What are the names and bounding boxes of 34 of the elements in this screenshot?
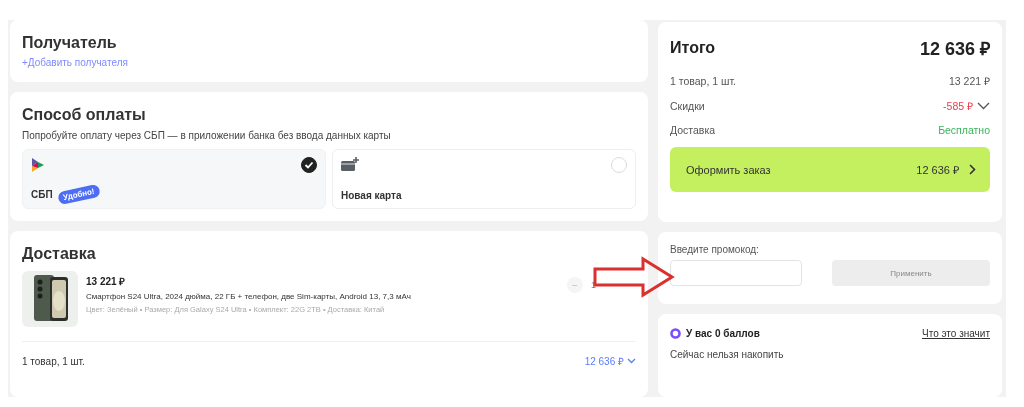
points-note: Сейчас нельзя накопить bbox=[670, 349, 785, 360]
summary-title: Итого bbox=[670, 39, 716, 57]
promo-label: Введите промокод: bbox=[670, 244, 760, 255]
summary-value: Бесплатно bbox=[938, 124, 990, 136]
summary-label: Доставка bbox=[670, 124, 716, 136]
total-dropdown[interactable]: 12 636 ₽ bbox=[584, 354, 636, 368]
info-link[interactable]: Что это значит bbox=[922, 328, 990, 339]
section-title: Доставка bbox=[22, 245, 97, 263]
sbp-logo-icon bbox=[31, 157, 45, 173]
points-title: У вас 0 баллов bbox=[686, 328, 760, 339]
chevron-down-icon bbox=[977, 102, 990, 110]
item-price: 13 221 ₽ bbox=[86, 275, 127, 288]
add-card-icon bbox=[341, 157, 359, 172]
summary-total: 12 636 ₽ bbox=[919, 38, 990, 60]
section-title: Способ оплаты bbox=[22, 106, 147, 124]
promo-input-field[interactable] bbox=[670, 260, 802, 286]
option-label: СБП bbox=[31, 189, 53, 200]
option-label: Новая карта bbox=[341, 190, 402, 201]
chevron-right-icon bbox=[969, 164, 976, 175]
promo-badge: Удобно! bbox=[56, 183, 101, 206]
item-count: 1 товар, 1 шт. bbox=[22, 355, 85, 367]
checkout-button[interactable]: Оформить заказ 12 636 ₽ bbox=[670, 147, 990, 192]
payment-option[interactable]: СБП Удобно! bbox=[22, 149, 326, 209]
points-ring-icon bbox=[670, 328, 681, 339]
item-name: Смартфон S24 Ultra, 2024 дюйма, 22 ГБ + телефон, две Sim-карты, Android 13, 7,3 мАч bbox=[86, 292, 412, 301]
discount-value: -585 ₽ bbox=[943, 99, 973, 113]
chevron-down-icon bbox=[627, 358, 636, 364]
summary-label: Скидки bbox=[670, 100, 705, 112]
summary-value: 13 221 ₽ bbox=[948, 74, 990, 88]
summary-label: 1 товар, 1 шт. bbox=[670, 75, 736, 87]
payment-hint: Попробуйте оплату через СБП — в приложении банка без ввода данных карты bbox=[22, 130, 392, 141]
payment-option[interactable]: Новая карта bbox=[332, 149, 636, 209]
section-title: Получатель bbox=[22, 34, 118, 52]
quantity-value: 1 bbox=[591, 280, 596, 290]
